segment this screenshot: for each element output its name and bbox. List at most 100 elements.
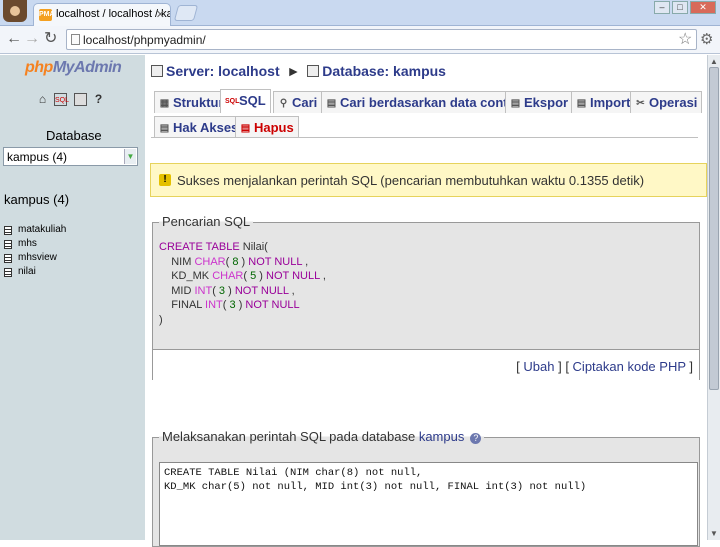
sql-token: INT	[194, 284, 213, 297]
database-select[interactable]: kampus (4) ▼	[3, 147, 138, 166]
tab-sql[interactable]: SQL SQL	[220, 89, 271, 113]
sql-token: (	[212, 284, 219, 297]
bookmark-star-icon[interactable]: ☆	[678, 29, 692, 49]
page-icon	[71, 34, 80, 45]
avatar[interactable]	[3, 0, 27, 22]
back-icon[interactable]: ←	[6, 30, 22, 48]
table-icon[interactable]	[4, 268, 12, 277]
scroll-down-icon[interactable]: ▼	[710, 529, 718, 538]
search-icon: ⚲	[279, 98, 288, 109]
table-icon[interactable]	[4, 254, 12, 263]
success-notice: ! Sukses menjalankan perintah SQL (penca…	[150, 163, 707, 197]
sql-token: FINAL	[159, 299, 206, 311]
sql-icon[interactable]: SQL	[54, 93, 69, 106]
wrench-menu-icon[interactable]: ⚙	[700, 30, 713, 48]
database-link[interactable]: kampus	[419, 429, 465, 444]
query-window-icon[interactable]	[74, 93, 87, 106]
table-list-item[interactable]: mhs	[4, 237, 66, 251]
tab-hak-akses[interactable]: ▤ Hak Akses	[154, 116, 244, 138]
pma-favicon-icon: PMA	[39, 9, 55, 21]
address-bar-text: localhost/phpmyadmin/	[83, 33, 206, 47]
browser-tab-title: localhost / localhost / kampus	[56, 8, 170, 20]
chevron-down-icon[interactable]: ▼	[124, 149, 136, 164]
sql-token: MID	[159, 284, 195, 297]
sql-query-textarea[interactable]: CREATE TABLE Nilai (NIM char(8) not null…	[159, 462, 698, 546]
run-sql-fieldset: Melaksanakan perintah SQL pada database …	[152, 429, 700, 547]
home-icon[interactable]: ⌂	[36, 93, 49, 106]
sql-token: INT	[205, 299, 223, 311]
page-scrollbar[interactable]: ▲ ▼	[707, 55, 720, 540]
sql-token: NOT NULL	[234, 284, 289, 297]
structure-icon: ▦	[159, 98, 170, 109]
help-icon[interactable]: ?	[470, 433, 482, 444]
maximize-icon[interactable]: □	[672, 1, 688, 14]
tab-divider	[151, 137, 698, 138]
table-icon[interactable]	[4, 240, 12, 249]
database-icon	[307, 65, 320, 77]
sql-token: Nilai(	[242, 241, 268, 253]
browser-tab-active[interactable]: PMA localhost / localhost / kampus ✕	[33, 3, 171, 26]
sql-code-line: )	[159, 313, 326, 328]
tab-cari-berdasarkan-data-contoh[interactable]: ▤ Cari berdasarkan data contoh	[321, 91, 529, 113]
sql-token: CHAR	[194, 255, 226, 268]
close-window-icon[interactable]: ✕	[690, 1, 716, 14]
tab-cari[interactable]: ⚲ Cari	[273, 91, 323, 113]
table-list-item[interactable]: nilai	[4, 265, 66, 279]
table-list-item[interactable]: mhsview	[4, 251, 66, 265]
new-tab-button[interactable]	[173, 5, 199, 21]
edit-link[interactable]: Ubah	[523, 359, 554, 374]
sql-token: NOT NULL	[248, 255, 303, 268]
drop-icon: ▤	[240, 123, 251, 134]
breadcrumb-database[interactable]: Database: kampus	[322, 63, 446, 79]
sql-token: )	[256, 270, 266, 282]
main-content: Server: localhost ► Database: kampus ▦ St…	[145, 55, 707, 547]
sql-token: )	[225, 284, 235, 297]
sql-code-line: KD_MK CHAR( 5 ) NOT NULL ,	[159, 269, 326, 284]
table-list: matakuliah mhs mhsview nilai	[4, 223, 66, 279]
notice-icon: !	[159, 174, 171, 186]
breadcrumb-server[interactable]: Server: localhost	[166, 63, 280, 79]
server-icon	[151, 65, 163, 77]
sql-code-line: CREATE TABLE Nilai(	[159, 240, 326, 255]
database-label: Database	[46, 128, 102, 143]
run-sql-legend: Melaksanakan perintah SQL pada database …	[159, 429, 485, 444]
table-list-item[interactable]: matakuliah	[4, 223, 66, 237]
sql-icon: SQL	[225, 98, 240, 105]
browser-tab-strip: PMA localhost / localhost / kampus ✕ – □…	[0, 0, 720, 26]
sidebar-icon-bar: ⌂ SQL ?	[36, 93, 106, 109]
sql-token: CREATE TABLE	[159, 241, 243, 253]
reload-icon[interactable]: ↻	[44, 30, 57, 48]
sql-query-code: CREATE TABLE Nilai( NIM CHAR( 8 ) NOT NU…	[159, 240, 326, 327]
tab-import[interactable]: ▤ Import	[571, 91, 636, 113]
sql-token: )	[159, 313, 163, 326]
phpmyadmin-logo[interactable]: phpMyAdmin	[25, 59, 122, 77]
tab-ekspor[interactable]: ▤ Ekspor	[505, 91, 574, 113]
docs-icon[interactable]: ?	[92, 93, 105, 106]
sql-token: NOT NULL	[266, 270, 320, 282]
close-tab-icon[interactable]: ✕	[156, 8, 165, 21]
tab-struktur[interactable]: ▦ Struktur	[154, 91, 229, 113]
operations-icon: ✂	[636, 98, 645, 109]
scrollbar-thumb[interactable]	[709, 67, 719, 390]
scroll-up-icon[interactable]: ▲	[710, 57, 718, 66]
create-php-code-link[interactable]: Ciptakan kode PHP	[573, 359, 686, 374]
breadcrumb-separator-icon: ►	[286, 63, 301, 79]
tab-hapus[interactable]: ▤ Hapus	[235, 116, 299, 138]
minimize-icon[interactable]: –	[654, 1, 670, 14]
sql-code-line: MID INT( 3 ) NOT NULL ,	[159, 284, 326, 299]
address-bar[interactable]: localhost/phpmyadmin/	[66, 29, 697, 50]
privileges-icon: ▤	[159, 123, 170, 134]
sql-token: (	[222, 299, 230, 311]
table-icon[interactable]	[4, 226, 12, 235]
sql-token: CHAR	[212, 270, 244, 282]
sql-token: )	[235, 299, 246, 311]
sql-token: NIM	[159, 255, 195, 268]
sql-token: ,	[288, 284, 295, 297]
sql-query-actions: [ Ubah ] [ Ciptakan kode PHP ]	[153, 349, 699, 380]
sql-token: )	[238, 255, 249, 268]
browser-toolbar: ← → ↻ localhost/phpmyadmin/ ☆ ⚙	[0, 26, 720, 54]
forward-icon[interactable]: →	[24, 30, 40, 48]
tab-operasi[interactable]: ✂ Operasi	[630, 91, 703, 113]
database-heading[interactable]: kampus (4)	[4, 192, 69, 207]
sql-query-fieldset: Pencarian SQL CREATE TABLE Nilai( NIM CH…	[152, 214, 700, 380]
